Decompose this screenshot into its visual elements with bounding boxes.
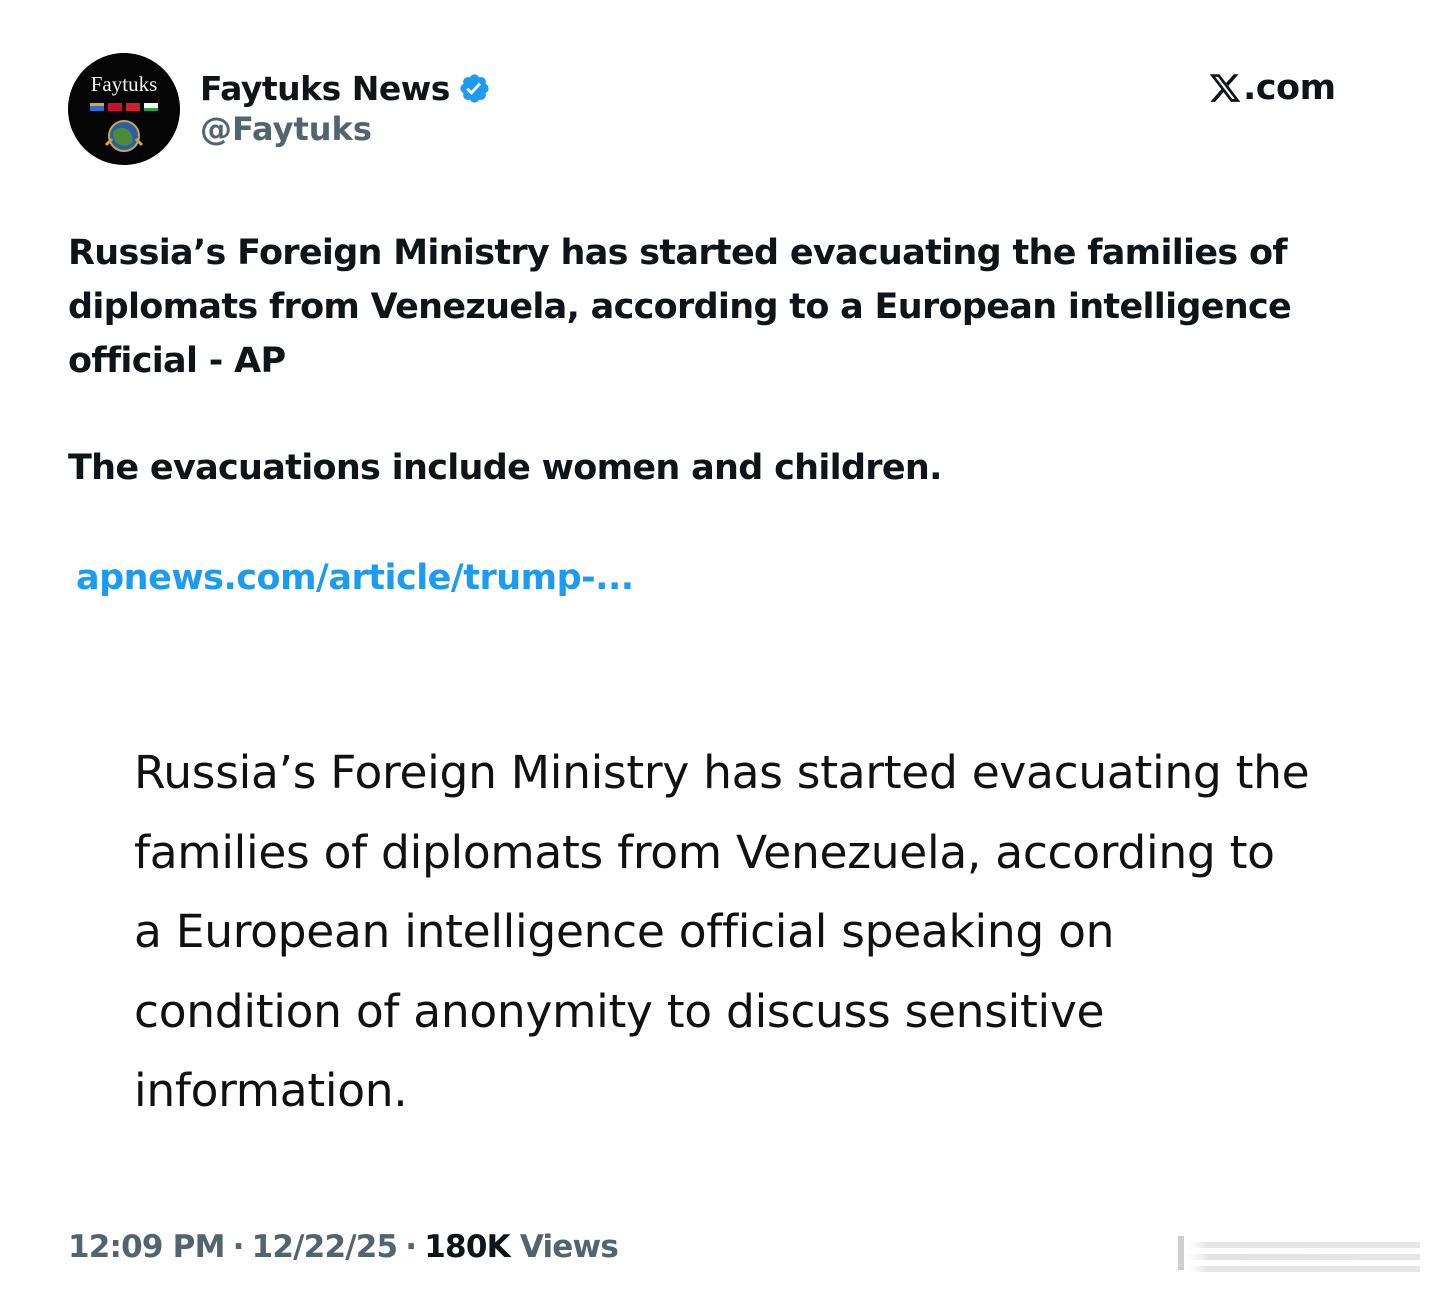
views-label: Views xyxy=(519,1229,619,1265)
author-name[interactable]: Faytuks News xyxy=(200,69,450,108)
tweet-paragraph: Russia’s Foreign Ministry has started ev… xyxy=(68,233,1292,381)
brand-text: .com xyxy=(1243,68,1336,108)
author-handle[interactable]: @Faytuks xyxy=(200,110,372,148)
quote-image-text: Russia’s Foreign Ministry has started ev… xyxy=(134,746,1310,1117)
scrollbar-shadow xyxy=(1178,1236,1420,1272)
tweet-paragraph: The evacuations include women and childr… xyxy=(68,448,942,488)
meta-separator: · xyxy=(232,1229,245,1265)
avatar-wordmark: Faytuks xyxy=(91,72,158,96)
author-name-row[interactable]: Faytuks News xyxy=(200,66,491,110)
tweet-text: Russia’s Foreign Ministry has started ev… xyxy=(68,226,1338,388)
tweet-time[interactable]: 12:09 PM xyxy=(68,1229,225,1265)
brand-mark: .com xyxy=(1208,66,1336,110)
verified-badge-icon xyxy=(458,72,491,105)
tweet-date[interactable]: 12/22/25 xyxy=(252,1229,398,1265)
views-count: 180K xyxy=(424,1229,510,1265)
article-link[interactable]: apnews.com/article/trump-... xyxy=(76,551,634,605)
avatar-image: Faytuks xyxy=(68,53,180,165)
x-logo-icon xyxy=(1208,71,1242,105)
tweet-screenshot: Faytuks Faytuks News @Faytuks .com Russi… xyxy=(0,0,1434,1293)
meta-separator: · xyxy=(405,1229,417,1265)
avatar[interactable]: Faytuks xyxy=(68,53,180,165)
tweet-meta: 12:09 PM · 12/22/25 · 180K Views xyxy=(68,1225,619,1269)
